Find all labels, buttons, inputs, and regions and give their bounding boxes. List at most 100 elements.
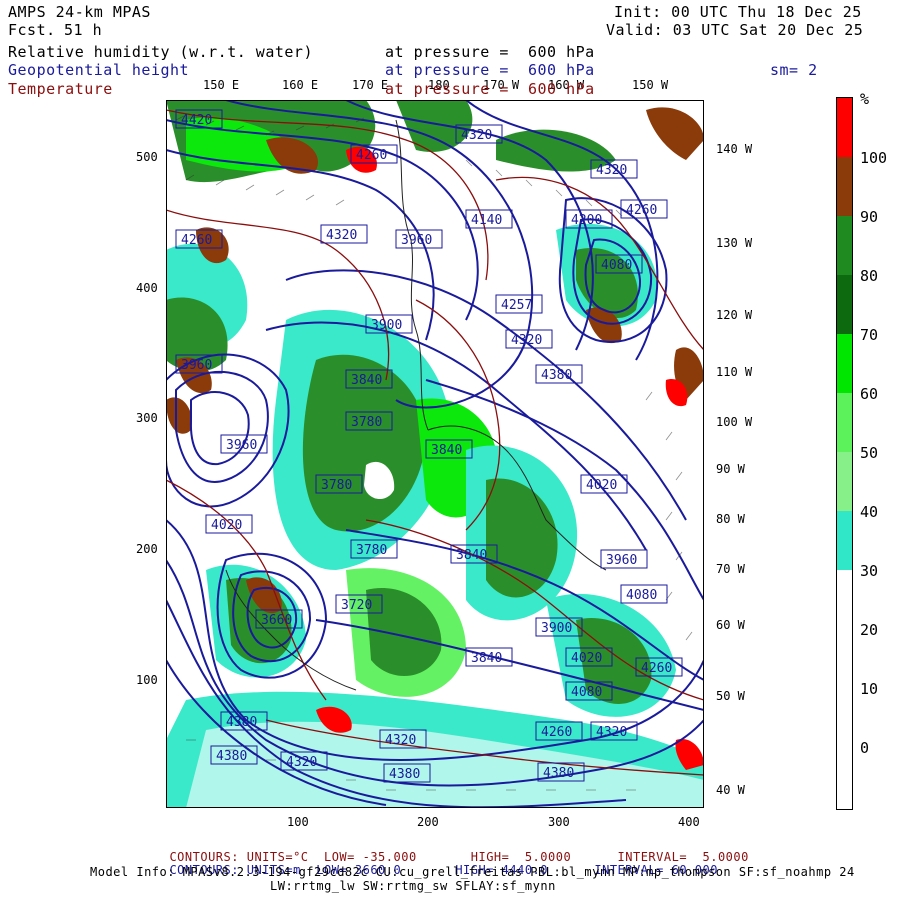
lon-label-right: 50 W [716, 689, 745, 703]
svg-text:3720: 3720 [341, 598, 372, 613]
lon-label-right: 110 W [716, 365, 753, 379]
map-field-svg: 4420 4260 4320 4320 4260 4200 4260 4320 … [166, 100, 704, 808]
colorbar-label: 90 [860, 208, 879, 226]
svg-text:4020: 4020 [586, 478, 617, 493]
svg-text:4257: 4257 [501, 298, 532, 313]
svg-text:4020: 4020 [211, 518, 242, 533]
svg-text:4200: 4200 [571, 213, 602, 228]
lon-label-right: 100 W [716, 415, 753, 429]
colorbar-label: 100 [860, 149, 888, 167]
svg-text:3780: 3780 [356, 543, 387, 558]
valid-time: Valid: 03 UTC Sat 20 Dec 25 [606, 21, 864, 39]
svg-text:4260: 4260 [181, 233, 212, 248]
svg-text:3960: 3960 [181, 358, 212, 373]
svg-text:4320: 4320 [286, 755, 317, 770]
colorbar-segment [837, 393, 852, 452]
colorbar-segment [837, 98, 852, 157]
lon-label-right: 90 W [716, 462, 745, 476]
colorbar-segment [837, 452, 852, 511]
svg-text:4080: 4080 [571, 685, 602, 700]
model-info-2: LW:rrtmg_lw SW:rrtmg_sw SFLAY:sf_mynn [270, 879, 556, 893]
fcst-value: 51 h [64, 21, 103, 39]
svg-text:4260: 4260 [641, 661, 672, 676]
svg-text:3840: 3840 [351, 373, 382, 388]
colorbar-label: 40 [860, 503, 879, 521]
smoothing-label: sm= 2 [770, 61, 818, 79]
colorbar-label: 30 [860, 562, 879, 580]
svg-text:4420: 4420 [181, 113, 212, 128]
colorbar-label: 10 [860, 680, 879, 698]
svg-text:3660: 3660 [261, 613, 292, 628]
colorbar-label: 70 [860, 326, 879, 344]
svg-text:4260: 4260 [356, 148, 387, 163]
colorbar-label: 0 [860, 739, 870, 757]
field-hgt-level: at pressure = 600 hPa [385, 61, 595, 79]
model-title: AMPS 24-km MPAS [8, 3, 151, 21]
lon-label-top: 160 E [282, 78, 319, 92]
svg-text:4260: 4260 [626, 203, 657, 218]
y-tick-label: 200 [136, 542, 158, 556]
colorbar-label: 60 [860, 385, 879, 403]
map-panel: 4420 4260 4320 4320 4260 4200 4260 4320 … [166, 100, 704, 808]
init-time: Init: 00 UTC Thu 18 Dec 25 [614, 3, 862, 21]
svg-text:3840: 3840 [471, 651, 502, 666]
colorbar-segment [837, 570, 852, 809]
y-tick-label: 100 [136, 673, 158, 687]
colorbar-label: 80 [860, 267, 879, 285]
colorbar-segment [837, 216, 852, 275]
y-tick-label: 500 [136, 150, 158, 164]
lon-label-right: 80 W [716, 512, 745, 526]
svg-text:4380: 4380 [543, 766, 574, 781]
svg-text:3840: 3840 [431, 443, 462, 458]
lon-label-right: 70 W [716, 562, 745, 576]
svg-text:4260: 4260 [541, 725, 572, 740]
svg-text:4380: 4380 [541, 368, 572, 383]
lon-label-right: 120 W [716, 308, 753, 322]
svg-text:4380: 4380 [216, 749, 247, 764]
svg-text:4080: 4080 [601, 258, 632, 273]
lon-label-right: 130 W [716, 236, 753, 250]
field-rh-level: at pressure = 600 hPa [385, 43, 595, 61]
svg-text:4320: 4320 [596, 163, 627, 178]
x-tick-label: 400 [678, 815, 700, 829]
x-tick-label: 100 [287, 815, 309, 829]
svg-text:4020: 4020 [571, 651, 602, 666]
svg-text:3960: 3960 [226, 438, 257, 453]
colorbar-unit: % [860, 90, 870, 108]
svg-text:4320: 4320 [596, 725, 627, 740]
svg-text:4320: 4320 [385, 733, 416, 748]
field-temp-level: at pressure = 600 hPa [385, 80, 595, 98]
svg-text:3780: 3780 [351, 415, 382, 430]
lon-label-right: 140 W [716, 142, 753, 156]
svg-text:3960: 3960 [401, 233, 432, 248]
x-tick-label: 200 [417, 815, 439, 829]
lon-label-right: 60 W [716, 618, 745, 632]
lon-label-top: 150 W [632, 78, 669, 92]
svg-text:4320: 4320 [326, 228, 357, 243]
colorbar-segment [837, 334, 852, 393]
colorbar-segment [837, 275, 852, 334]
lon-label-right: 40 W [716, 783, 745, 797]
svg-text:3960: 3960 [606, 553, 637, 568]
fcst-label: Fcst. [8, 21, 56, 39]
field-hgt-name: Geopotential height [8, 61, 190, 79]
svg-text:4320: 4320 [461, 128, 492, 143]
svg-text:3900: 3900 [371, 318, 402, 333]
lon-label-top: 170 E [352, 78, 389, 92]
colorbar-label: 50 [860, 444, 879, 462]
lon-label-top: 150 E [203, 78, 240, 92]
svg-text:3780: 3780 [321, 478, 352, 493]
svg-text:3900: 3900 [541, 621, 572, 636]
svg-text:4380: 4380 [226, 715, 257, 730]
colorbar-segment [837, 157, 852, 216]
y-tick-label: 400 [136, 281, 158, 295]
svg-text:3840: 3840 [456, 548, 487, 563]
colorbar-label: 20 [860, 621, 879, 639]
field-temp-name: Temperature [8, 80, 113, 98]
svg-text:4080: 4080 [626, 588, 657, 603]
colorbar [836, 97, 853, 810]
svg-text:4140: 4140 [471, 213, 502, 228]
y-tick-label: 300 [136, 411, 158, 425]
svg-text:4380: 4380 [389, 767, 420, 782]
x-tick-label: 300 [548, 815, 570, 829]
